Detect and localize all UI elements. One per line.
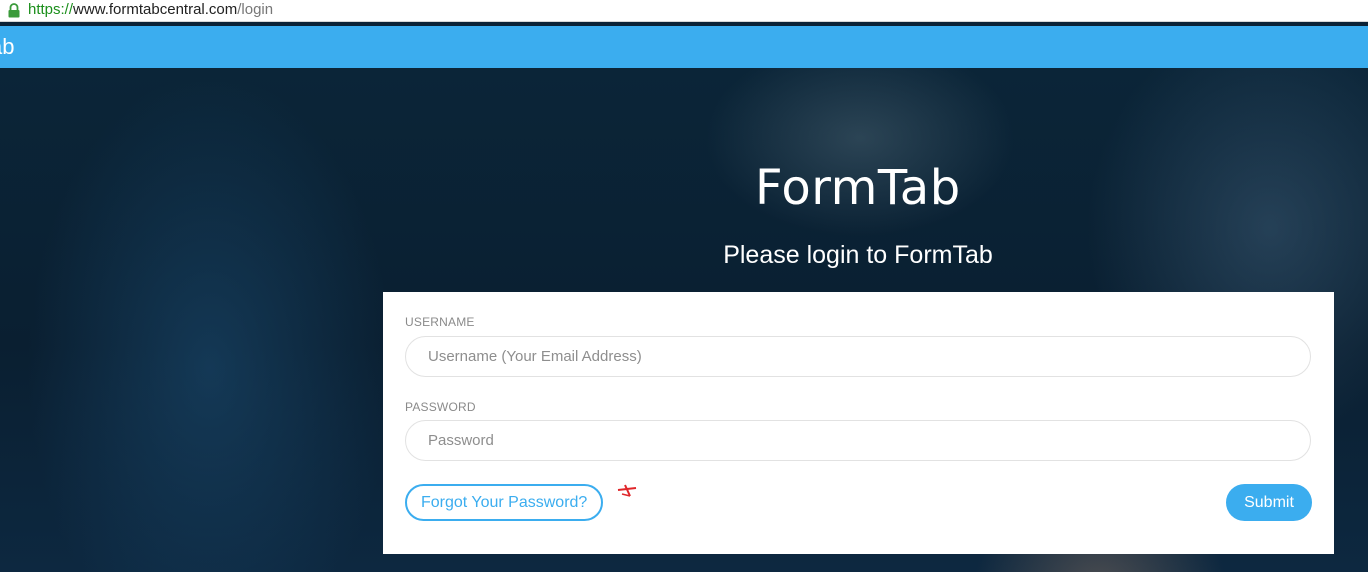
url-path: /login [237, 1, 274, 18]
header-brand[interactable]: ab [0, 34, 14, 60]
forgot-password-button[interactable]: Forgot Your Password? [405, 484, 604, 521]
browser-address-bar[interactable]: https://www.formtabcentral.com/login [0, 0, 1368, 22]
lock-icon [8, 3, 20, 18]
url-host: www.formtabcentral.com [73, 1, 238, 18]
page-title: Please login to FormTab [723, 241, 993, 269]
password-input[interactable] [405, 420, 1311, 461]
username-label: USERNAME [405, 315, 475, 329]
app-header: ab [0, 26, 1368, 68]
username-input[interactable] [405, 336, 1311, 377]
password-label: PASSWORD [405, 400, 476, 414]
login-card: USERNAME PASSWORD Forgot Your Password? … [383, 292, 1334, 554]
red-annotation-mark-icon [617, 484, 637, 497]
formtab-logo: FormTab [755, 160, 961, 216]
submit-button[interactable]: Submit [1226, 484, 1312, 521]
url-scheme: https:// [28, 1, 74, 18]
browser-url[interactable]: https://www.formtabcentral.com/login [28, 0, 273, 20]
